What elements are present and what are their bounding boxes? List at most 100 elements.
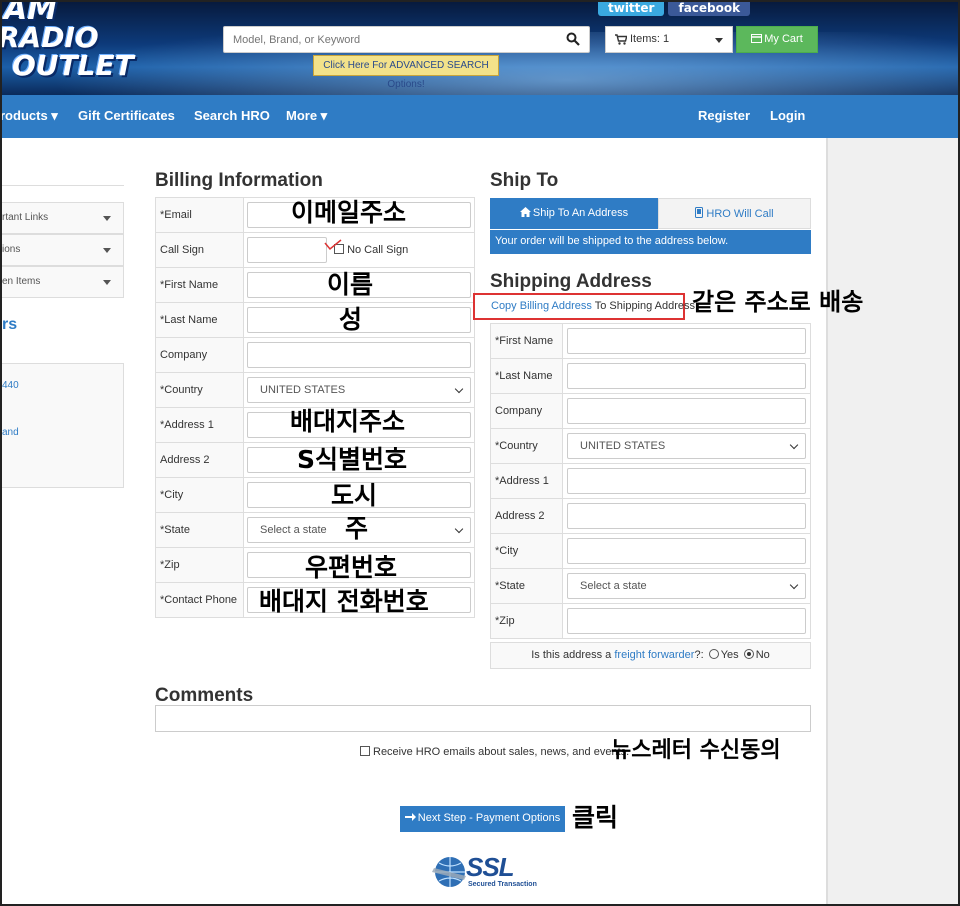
- label-ship-city: *City: [490, 533, 563, 569]
- comments-field[interactable]: [155, 705, 811, 732]
- freight-prefix: Is this address a: [531, 649, 615, 661]
- search-icon[interactable]: [566, 32, 580, 46]
- copy-billing-link-text[interactable]: Copy Billing Address: [491, 300, 592, 312]
- nav-login[interactable]: Login: [770, 95, 805, 138]
- ship-address2-field[interactable]: [567, 503, 806, 529]
- globe-icon: [432, 857, 466, 887]
- browser-frame: AM RADIO OUTLET twitter facebook Click H…: [0, 0, 960, 906]
- ship-to-address-label: Ship To An Address: [532, 207, 629, 219]
- hro-will-call-tab[interactable]: HRO Will Call: [658, 198, 811, 229]
- ssl-sub: Secured Transaction: [468, 881, 537, 888]
- label-zip: *Zip: [155, 547, 244, 583]
- cart-items-label: Items: 1: [630, 33, 670, 45]
- my-cart-label: My Cart: [764, 33, 803, 45]
- label-contact-phone: *Contact Phone: [155, 582, 244, 618]
- label-first-name: *First Name: [155, 267, 244, 303]
- home-icon: [519, 207, 531, 217]
- state-value: Select a state: [260, 524, 327, 536]
- label-ship-address1: *Address 1: [490, 463, 563, 499]
- site-logo[interactable]: AM RADIO OUTLET: [2, 2, 134, 80]
- annotation-address2: S식별번호: [297, 445, 408, 474]
- ship-to-address-tab[interactable]: Ship To An Address: [490, 198, 658, 229]
- credit-card-icon: [751, 34, 763, 43]
- annotation-email: 이메일주소: [291, 198, 407, 227]
- logo-line3: OUTLET: [12, 49, 134, 82]
- freight-no-radio[interactable]: [743, 649, 754, 659]
- caret-down-icon: [103, 216, 111, 221]
- copy-billing-address-link[interactable]: Copy Billing Address To Shipping Address: [473, 293, 695, 320]
- ship-company-field[interactable]: [567, 398, 806, 424]
- newsletter-row: Receive HRO emails about sales, news, an…: [360, 746, 629, 758]
- site-header: AM RADIO OUTLET twitter facebook Click H…: [2, 2, 958, 95]
- annotation-address1: 배대지주소: [290, 407, 406, 436]
- freight-yes-radio[interactable]: [708, 649, 719, 659]
- logo-line2: RADIO: [2, 21, 99, 54]
- shipping-form: *First Name *Last Name Company *Country U…: [490, 323, 811, 639]
- nav-products-label: roducts: [0, 108, 48, 123]
- label-ship-company: Company: [490, 393, 563, 429]
- label-ship-first-name: *First Name: [490, 323, 563, 359]
- sidebar-item[interactable]: ions: [2, 234, 124, 266]
- sidebar-link[interactable]: and: [2, 427, 19, 438]
- ship-city-field[interactable]: [567, 538, 806, 564]
- nav-search-hro[interactable]: Search HRO: [194, 95, 270, 138]
- ship-to-title: Ship To: [490, 170, 559, 191]
- ssl-badge: SSL Secured Transaction: [432, 850, 542, 894]
- sidebar: rtant Links ions en Items rs 440 and: [2, 138, 124, 904]
- advanced-search-button[interactable]: Click Here For ADVANCED SEARCH Options!: [313, 55, 499, 90]
- newsletter-checkbox[interactable]: [360, 746, 370, 756]
- ssl-label: SSL: [466, 852, 515, 882]
- ship-zip-field[interactable]: [567, 608, 806, 634]
- nav-more[interactable]: More ▾: [286, 95, 327, 138]
- phone-icon: [695, 207, 704, 218]
- company-field[interactable]: [247, 342, 471, 368]
- label-state: *State: [155, 512, 244, 548]
- hro-will-call-label: HRO Will Call: [706, 208, 774, 220]
- nav-gift-certificates[interactable]: Gift Certificates: [78, 95, 175, 138]
- annotation-phone: 배대지 전화번호: [259, 587, 429, 616]
- next-step-button[interactable]: Next Step - Payment Options: [400, 806, 565, 832]
- copy-billing-suffix: To Shipping Address: [591, 300, 696, 312]
- country-select[interactable]: UNITED STATES: [247, 377, 471, 403]
- sidebar-item-label: ions: [2, 244, 21, 255]
- annotation-city: 도시: [331, 481, 378, 510]
- ship-state-value: Select a state: [580, 580, 647, 592]
- freight-suffix: ?:: [694, 649, 704, 661]
- ship-last-name-field[interactable]: [567, 363, 806, 389]
- cart-icon: [615, 34, 627, 45]
- label-ship-state: *State: [490, 568, 563, 604]
- label-address2: Address 2: [155, 442, 244, 478]
- label-ship-address2: Address 2: [490, 498, 563, 534]
- ship-country-select[interactable]: UNITED STATES: [567, 433, 806, 459]
- label-city: *City: [155, 477, 244, 513]
- nav-products[interactable]: roducts ▾: [0, 95, 58, 138]
- label-email: *Email: [155, 197, 244, 233]
- label-ship-country: *Country: [490, 428, 563, 464]
- freight-forwarder-link[interactable]: freight forwarder: [614, 649, 694, 661]
- ship-state-select[interactable]: Select a state: [567, 573, 806, 599]
- sidebar-item[interactable]: en Items: [2, 266, 124, 298]
- arrow-right-icon: [404, 813, 416, 821]
- no-call-sign-label: No Call Sign: [347, 243, 409, 256]
- caret-down-icon: [103, 248, 111, 253]
- ship-first-name-field[interactable]: [567, 328, 806, 354]
- sidebar-item[interactable]: rtant Links: [2, 202, 124, 234]
- chevron-down-icon: [454, 384, 464, 394]
- country-value: UNITED STATES: [260, 384, 346, 396]
- freight-no-label: No: [755, 649, 770, 661]
- ship-address1-field[interactable]: [567, 468, 806, 494]
- caret-down-icon: [103, 280, 111, 285]
- shipping-note: Your order will be shipped to the addres…: [490, 230, 811, 254]
- my-cart-button[interactable]: My Cart: [736, 26, 818, 53]
- sidebar-link[interactable]: 440: [2, 380, 19, 391]
- nav-register[interactable]: Register: [698, 95, 750, 138]
- next-step-label: Next Step - Payment Options: [417, 812, 561, 824]
- sidebar-box: 440 and: [2, 363, 124, 488]
- label-company: Company: [155, 337, 244, 373]
- facebook-button[interactable]: facebook: [668, 2, 751, 16]
- call-sign-field[interactable]: [247, 237, 327, 263]
- cart-dropdown[interactable]: Items: 1: [605, 26, 733, 53]
- twitter-button[interactable]: twitter: [598, 2, 665, 16]
- annotation-newsletter: 뉴스레터 수신동의: [611, 738, 781, 763]
- search-input[interactable]: [224, 27, 554, 52]
